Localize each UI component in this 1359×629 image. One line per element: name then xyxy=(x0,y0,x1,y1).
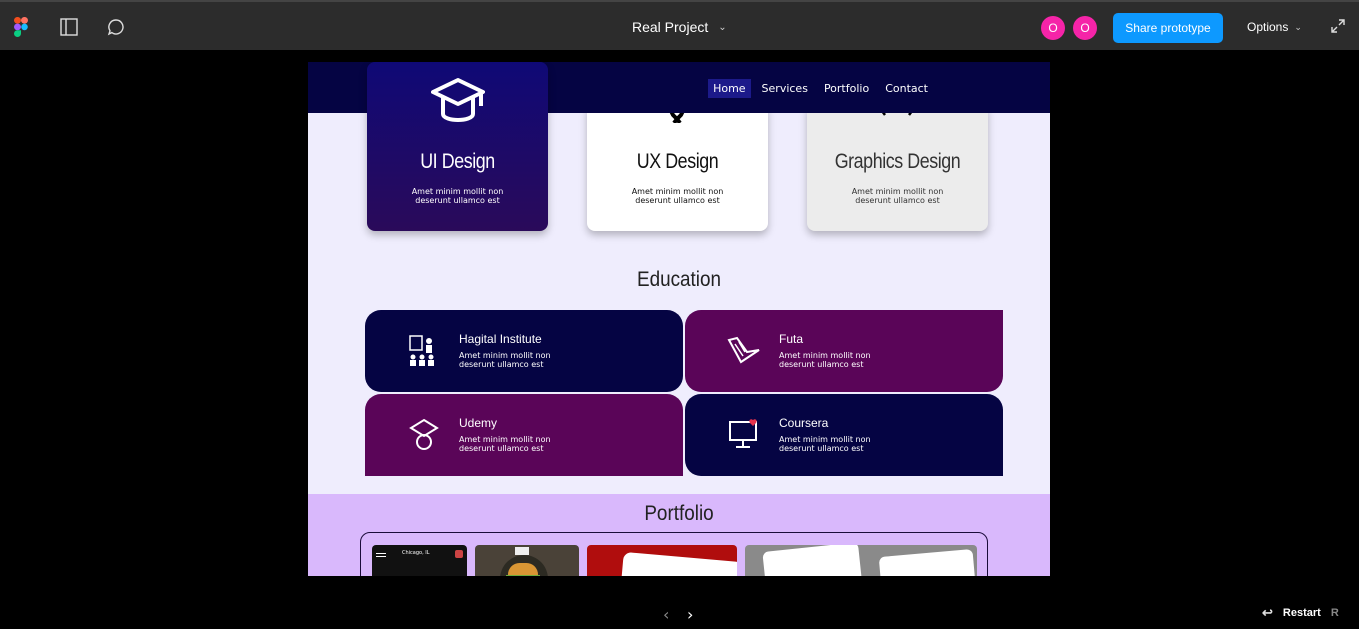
comment-icon[interactable] xyxy=(105,16,127,38)
education-name: Futa xyxy=(779,332,804,346)
education-name: Udemy xyxy=(459,416,498,430)
service-description: Amet minim mollit non deserunt ullamco e… xyxy=(851,187,944,205)
monitor-heart-icon xyxy=(729,419,757,448)
restart-label: Restart xyxy=(1282,607,1321,619)
service-card-ui[interactable]: UI Design Amet minim mollit non deserunt… xyxy=(367,62,548,231)
restart-button[interactable]: ↩ Restart R xyxy=(1262,605,1339,621)
project-title-menu[interactable]: Real Project ⌄ xyxy=(632,19,727,35)
options-menu[interactable]: Options ⌄ xyxy=(1247,20,1302,34)
service-card-ux[interactable]: UX Design Amet minim mollit non deserunt… xyxy=(587,107,768,231)
portfolio-thumb[interactable] xyxy=(745,545,977,576)
nav-services[interactable]: Services xyxy=(757,79,813,98)
restart-arrow-icon: ↩ xyxy=(1262,605,1273,620)
education-card-coursera[interactable]: Coursera Amet minim mollit non deserunt … xyxy=(685,394,1003,476)
project-title: Real Project xyxy=(632,19,709,35)
education-heading: Education xyxy=(636,268,722,291)
portfolio-thumb[interactable] xyxy=(587,545,737,576)
next-frame-icon[interactable]: › xyxy=(687,605,693,624)
education-card-hagital[interactable]: Hagital Institute Amet minim mollit non … xyxy=(365,310,683,392)
share-prototype-button[interactable]: Share prototype xyxy=(1113,13,1223,43)
thumb-location: Chicago, IL xyxy=(402,550,430,556)
education-name: Hagital Institute xyxy=(459,332,542,346)
service-description: Amet minim mollit non deserunt ullamco e… xyxy=(411,187,504,205)
nav-portfolio[interactable]: Portfolio xyxy=(819,79,874,98)
portfolio-heading: Portfolio xyxy=(644,502,714,525)
graduation-cap-icon xyxy=(431,78,485,123)
education-card-futa[interactable]: Futa Amet minim mollit non deserunt ulla… xyxy=(685,310,1003,392)
portfolio-gallery[interactable]: Chicago, IL xyxy=(360,532,988,576)
portfolio-section: Portfolio Chicago, IL xyxy=(308,494,1050,576)
avatar[interactable]: O xyxy=(1073,16,1097,40)
portfolio-thumb[interactable] xyxy=(475,545,579,576)
prototype-toolbar: Real Project ⌄ O O Share prototype Optio… xyxy=(0,0,1359,50)
service-description: Amet minim mollit non deserunt ullamco e… xyxy=(631,187,724,205)
avatar[interactable]: O xyxy=(1041,16,1065,40)
education-card-udemy[interactable]: Udemy Amet minim mollit non deserunt ull… xyxy=(365,394,683,476)
education-description: Amet minim mollit non deserunt ullamco e… xyxy=(459,435,551,453)
restart-shortcut: R xyxy=(1330,607,1339,619)
nav-contact[interactable]: Contact xyxy=(880,79,933,98)
prototype-frame[interactable]: UX Design Amet minim mollit non deserunt… xyxy=(308,62,1050,576)
education-description: Amet minim mollit non deserunt ullamco e… xyxy=(779,351,871,369)
education-description: Amet minim mollit non deserunt ullamco e… xyxy=(779,435,871,453)
options-label: Options xyxy=(1247,20,1289,34)
udemy-logo-icon xyxy=(409,418,439,450)
expand-icon[interactable] xyxy=(1330,18,1348,36)
portfolio-thumb[interactable]: Chicago, IL xyxy=(372,545,467,576)
service-title: UI Design xyxy=(420,150,495,173)
education-description: Amet minim mollit non deserunt ullamco e… xyxy=(459,351,551,369)
service-title: UX Design xyxy=(636,150,719,173)
chevron-down-icon: ⌄ xyxy=(718,21,727,33)
figma-logo-icon[interactable] xyxy=(10,16,32,38)
service-card-graphics[interactable]: Graphics Design Amet minim mollit non de… xyxy=(807,107,988,231)
service-title: Graphics Design xyxy=(834,150,961,173)
classroom-icon xyxy=(409,335,434,366)
chevron-down-icon: ⌄ xyxy=(1294,21,1302,32)
education-name: Coursera xyxy=(779,416,829,430)
sidebar-toggle-icon[interactable] xyxy=(58,16,80,38)
previous-frame-icon[interactable]: ‹ xyxy=(663,605,669,624)
futa-logo-icon xyxy=(727,336,760,364)
nav-home[interactable]: Home xyxy=(708,79,751,98)
